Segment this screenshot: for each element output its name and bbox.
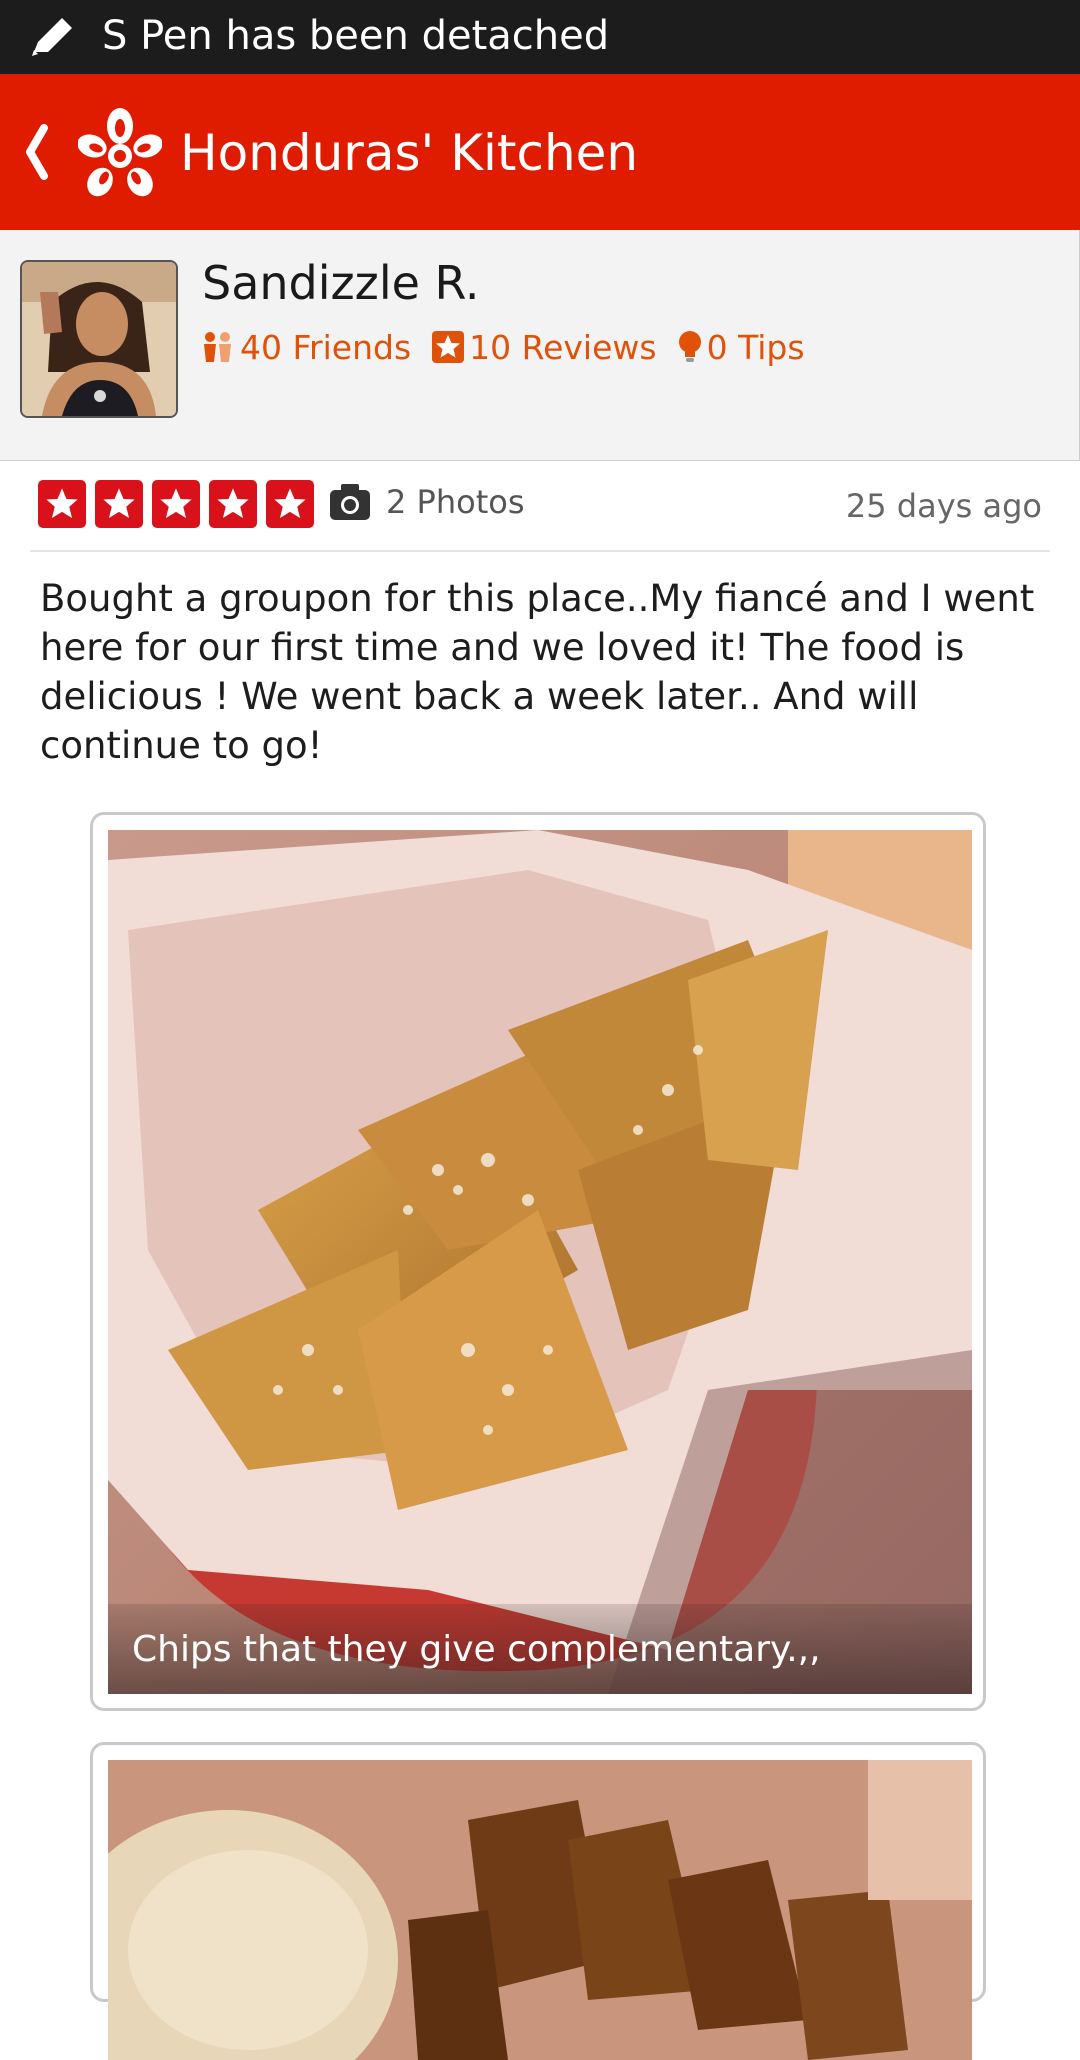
page-title: Honduras' Kitchen	[180, 124, 639, 182]
star-rating	[38, 480, 323, 528]
review-photo[interactable]: Chips that they give complementary.,,	[108, 830, 972, 1694]
photo-card[interactable]	[90, 1742, 986, 2060]
star-icon	[152, 480, 200, 528]
friends-stat[interactable]: 40 Friends	[200, 328, 411, 367]
status-message: S Pen has been detached	[102, 13, 610, 59]
review-date: 25 days ago	[845, 487, 1042, 525]
review-star-icon	[432, 331, 465, 363]
friends-count: 40 Friends	[240, 327, 412, 367]
lightbulb-icon	[678, 331, 701, 362]
food-photo-image	[108, 1760, 972, 2060]
photo-card[interactable]: Chips that they give complementary.,,	[90, 812, 986, 1711]
back-chevron-icon	[26, 124, 48, 180]
star-icon	[266, 480, 314, 528]
reviews-stat[interactable]: 10 Reviews	[431, 327, 657, 367]
status-bar: S Pen has been detached	[0, 0, 1080, 74]
tips-stat[interactable]: 0 Tips	[677, 328, 805, 367]
user-header[interactable]: Sandizzle R. 40 Friends 10 Reviews 0 Tip…	[0, 230, 1080, 461]
review-photo[interactable]	[108, 1760, 972, 2060]
star-icon	[38, 480, 86, 528]
back-button[interactable]	[0, 74, 70, 230]
avatar-image	[22, 262, 176, 416]
app-bar: Honduras' Kitchen	[0, 74, 1080, 230]
pen-icon	[32, 18, 72, 56]
camera-icon[interactable]	[328, 482, 372, 522]
rating-row: 2 Photos 25 days ago	[30, 460, 1050, 552]
star-icon	[209, 480, 257, 528]
photos-count-link[interactable]: 2 Photos	[386, 482, 524, 522]
photo-caption-bar: Chips that they give complementary.,,	[108, 1604, 972, 1694]
photo-caption: Chips that they give complementary.,,	[132, 1629, 821, 1670]
reviews-count: 10 Reviews	[469, 327, 657, 367]
yelp-burst-logo[interactable]	[78, 102, 162, 202]
user-stats: 40 Friends 10 Reviews 0 Tips	[200, 322, 825, 372]
friends-icon	[204, 332, 231, 362]
avatar[interactable]	[20, 260, 178, 418]
star-icon	[95, 480, 143, 528]
user-name[interactable]: Sandizzle R.	[202, 256, 479, 310]
tips-count: 0 Tips	[706, 327, 805, 367]
chips-photo-image	[108, 830, 972, 1694]
review-text: Bought a groupon for this place..My fian…	[40, 577, 1035, 767]
